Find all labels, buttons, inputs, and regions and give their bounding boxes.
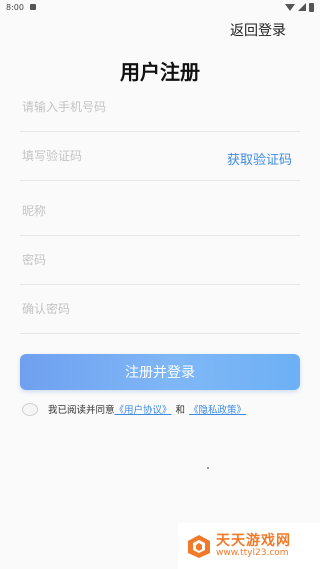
privacy-policy-link[interactable]: 《隐私政策》 xyxy=(189,402,246,416)
phone-field xyxy=(20,83,300,132)
watermark: 天天游戏网 www.ttyl23.com xyxy=(178,523,320,569)
agreement-and: 和 xyxy=(175,405,186,416)
signal-icon xyxy=(298,3,306,11)
wifi-icon xyxy=(285,3,295,11)
get-code-button[interactable]: 获取验证码 xyxy=(227,149,292,168)
password-input[interactable] xyxy=(20,236,300,284)
watermark-url: www.ttyl23.com xyxy=(216,547,289,558)
status-time: 8:00 xyxy=(6,2,24,12)
agree-checkbox[interactable] xyxy=(22,402,38,416)
agreement-prefix: 我已阅读并同意 xyxy=(48,405,115,416)
notification-icon xyxy=(29,4,36,10)
page-title: 用户注册 xyxy=(120,60,200,84)
battery-icon xyxy=(309,2,314,12)
status-bar: 8:00 xyxy=(0,0,320,14)
watermark-text: 天天游戏网 www.ttyl23.com xyxy=(216,534,291,558)
back-to-login-link[interactable]: 返回登录 xyxy=(230,20,286,40)
nickname-input[interactable] xyxy=(20,187,300,235)
watermark-title: 天天游戏网 xyxy=(216,532,291,549)
dot-mark xyxy=(207,467,209,469)
status-icons xyxy=(285,2,314,12)
password-field xyxy=(20,236,300,285)
agreement-row: 我已阅读并同意 《用户协议》 和 《隐私政策》 xyxy=(22,402,246,416)
nickname-field xyxy=(20,187,300,236)
phone-input[interactable] xyxy=(20,83,300,131)
confirm-password-input[interactable] xyxy=(20,285,300,333)
confirm-password-field xyxy=(20,285,300,334)
watermark-logo-icon xyxy=(188,535,210,558)
user-agreement-link[interactable]: 《用户协议》 xyxy=(115,402,172,416)
register-and-login-button[interactable]: 注册并登录 xyxy=(20,354,300,390)
